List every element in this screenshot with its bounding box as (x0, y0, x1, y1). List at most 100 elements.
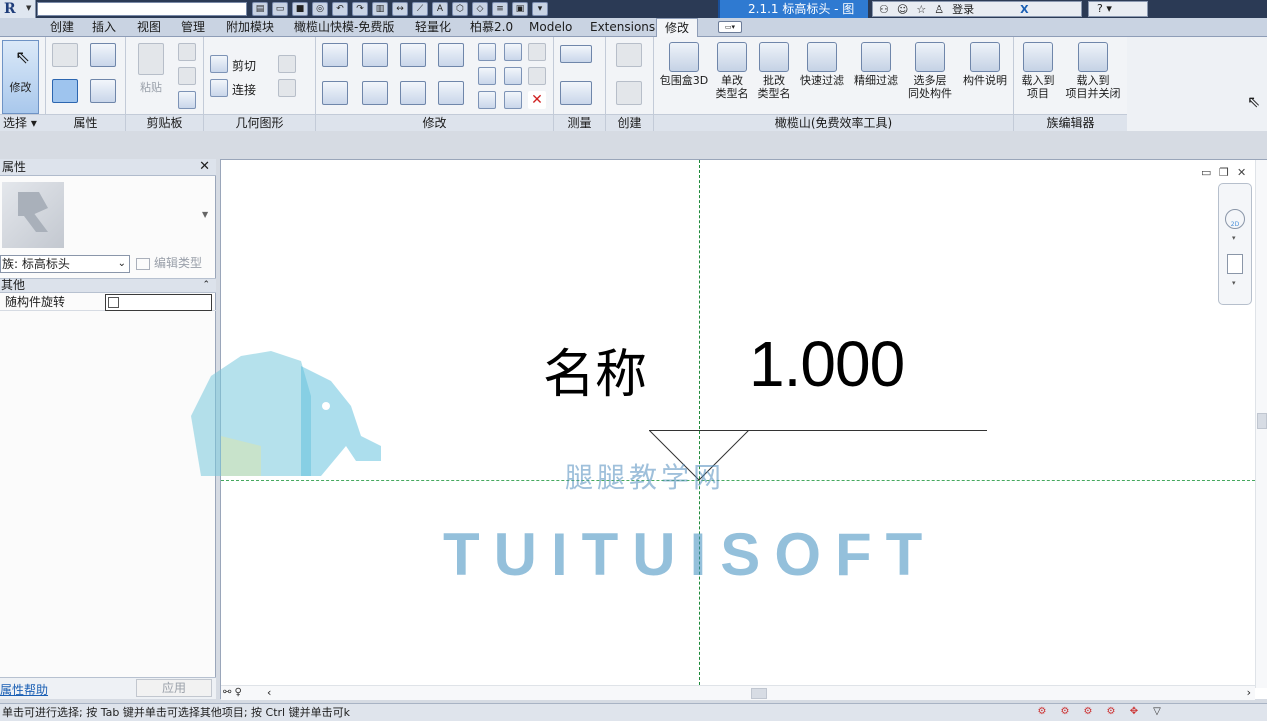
cope-icon[interactable] (210, 55, 228, 73)
batch-rename-type-button[interactable]: 批改 类型名 (754, 42, 794, 100)
view-control-icon[interactable]: ⚯ ♀ (223, 687, 242, 698)
sync-icon[interactable]: ◎ (312, 2, 328, 16)
binoculars-icon[interactable]: ⚇ (879, 3, 889, 16)
create-similar-icon[interactable] (616, 43, 642, 67)
split-gap-icon[interactable] (504, 43, 522, 61)
mirror-axis-icon[interactable] (400, 43, 426, 67)
component-description-button[interactable]: 构件说明 (958, 42, 1012, 87)
select-underlay-icon[interactable]: ⚙ (1058, 705, 1072, 719)
ribbon-minimize-button[interactable]: ▭▾ (718, 21, 742, 33)
reference-plane-vertical[interactable] (699, 160, 700, 685)
horizontal-scrollbar[interactable]: ⚯ ♀ ‹ › (221, 685, 1255, 700)
3d-view-icon[interactable]: ⬡ (452, 2, 468, 16)
rotate-with-component-checkbox[interactable] (108, 297, 119, 308)
drag-elements-icon[interactable]: ✥ (1127, 705, 1141, 719)
tab-extensions[interactable]: Extensions (590, 18, 655, 37)
chevron-down-icon[interactable]: ▼ (202, 210, 208, 219)
cut-geometry-button[interactable]: 剪切 (232, 57, 256, 74)
dimension-icon[interactable]: ⟋ (412, 2, 428, 16)
save-icon[interactable]: ■ (292, 2, 308, 16)
offset-icon[interactable] (362, 43, 388, 67)
tab-create[interactable]: 创建 (50, 18, 74, 37)
tab-manage[interactable]: 管理 (181, 18, 205, 37)
align-icon[interactable] (322, 43, 348, 67)
scroll-right-icon[interactable]: › (1247, 686, 1251, 699)
paste-icon[interactable] (138, 43, 164, 75)
folder-icon[interactable]: ▭ (272, 2, 288, 16)
text-icon[interactable]: A (432, 2, 448, 16)
filter-icon[interactable]: ▽ (1150, 705, 1164, 719)
chevron-down-icon[interactable]: ▾ (1232, 279, 1236, 287)
load-and-close-button[interactable]: 载入到 项目并关闭 (1060, 42, 1126, 100)
trim-single-icon[interactable] (478, 91, 496, 109)
delete-icon[interactable]: ✕ (528, 91, 546, 109)
vertical-scrollbar[interactable] (1255, 160, 1267, 688)
scrollbar-thumb[interactable] (751, 688, 767, 699)
apply-button[interactable]: 应用 (136, 679, 212, 697)
application-menu-button[interactable]: R ▼ (0, 0, 36, 18)
redo-icon[interactable]: ↷ (352, 2, 368, 16)
copy-element-icon[interactable] (362, 81, 388, 105)
array-icon[interactable] (478, 67, 496, 85)
tab-olive-mountain[interactable]: 橄榄山快模-免费版 (294, 18, 394, 37)
edit-type-button[interactable]: 编辑类型 (136, 255, 212, 273)
section-icon[interactable]: ◇ (472, 2, 488, 16)
tab-addins[interactable]: 附加模块 (226, 18, 274, 37)
scroll-left-icon[interactable]: ‹ (267, 686, 271, 699)
properties-help-link[interactable]: 属性帮助 (0, 681, 48, 698)
modify-button[interactable]: ⇖ 修改 (2, 40, 39, 114)
create-group-icon[interactable] (616, 81, 642, 105)
collapse-icon[interactable]: ⌃ (202, 279, 210, 292)
undo-icon[interactable]: ↶ (332, 2, 348, 16)
load-into-project-button[interactable]: 载入到 项目 (1016, 42, 1060, 100)
measure-between-icon[interactable] (560, 45, 592, 63)
family-types-icon[interactable] (52, 43, 78, 67)
sign-in-link[interactable]: 登录 (952, 1, 974, 17)
user-icon[interactable]: ♙ (934, 3, 944, 16)
star-icon[interactable]: ☆ (916, 3, 926, 16)
restore-icon[interactable]: ❐ (1219, 166, 1229, 179)
chevron-down-icon[interactable]: ▾ (1232, 234, 1236, 242)
split-element-icon[interactable] (478, 43, 496, 61)
select-links-icon[interactable]: ⚙ (1035, 705, 1049, 719)
tab-insert[interactable]: 插入 (92, 18, 116, 37)
zoom-region-icon[interactable] (1227, 254, 1243, 274)
fine-filter-button[interactable]: 精细过滤 (850, 42, 902, 87)
print-icon[interactable]: ▥ (372, 2, 388, 16)
tab-bimu[interactable]: 柏慕2.0 (470, 18, 513, 37)
type-selector[interactable]: 族: 标高标头 ⌄ (0, 255, 130, 273)
tab-modify[interactable]: 修改 (656, 18, 699, 38)
drawing-area[interactable]: ▭ ❐ ✕ 2D ▾ ▾ 名称 1.000 TUITUISOFT 腿腿教学网 ⚯… (191, 159, 1267, 700)
thin-lines-icon[interactable]: ≡ (492, 2, 508, 16)
property-value[interactable] (105, 294, 212, 311)
select-pinned-icon[interactable]: ⚙ (1081, 705, 1095, 719)
minimize-icon[interactable]: ▭ (1201, 166, 1211, 179)
aligned-dimension-icon[interactable] (560, 81, 592, 105)
mirror-draw-icon[interactable] (438, 43, 464, 67)
join-icon[interactable] (210, 79, 228, 97)
paint-icon[interactable] (278, 79, 296, 97)
tab-lightweight[interactable]: 轻量化 (415, 18, 451, 37)
label-elevation-value[interactable]: 1.000 (749, 332, 905, 396)
move-icon[interactable] (322, 81, 348, 105)
scale-icon[interactable] (504, 67, 522, 85)
customize-icon[interactable]: ▾ (532, 2, 548, 16)
measure-icon[interactable]: ↔ (392, 2, 408, 16)
exchange-icon[interactable]: X (1020, 3, 1028, 16)
switch-windows-icon[interactable]: ▣ (512, 2, 528, 16)
select-multi-level-button[interactable]: 选多层 同处构件 (904, 42, 956, 100)
type-properties-icon[interactable] (90, 79, 116, 103)
properties-icon[interactable] (52, 79, 78, 103)
open-icon[interactable]: ▤ (252, 2, 268, 16)
join-geometry-button[interactable]: 连接 (232, 81, 256, 98)
tab-modelo[interactable]: Modelo (529, 18, 572, 37)
select-dropdown[interactable]: 选择 ▾ (0, 114, 46, 131)
quick-filter-button[interactable]: 快速过滤 (796, 42, 848, 87)
qat-input[interactable] (37, 2, 247, 16)
pin-icon[interactable] (528, 67, 546, 85)
select-by-face-icon[interactable]: ⚙ (1104, 705, 1118, 719)
tab-view[interactable]: 视图 (137, 18, 161, 37)
bounding-box-3d-button[interactable]: 包围盒3D (656, 42, 712, 87)
split-face-icon[interactable] (278, 55, 296, 73)
match-properties-icon[interactable] (178, 91, 196, 109)
